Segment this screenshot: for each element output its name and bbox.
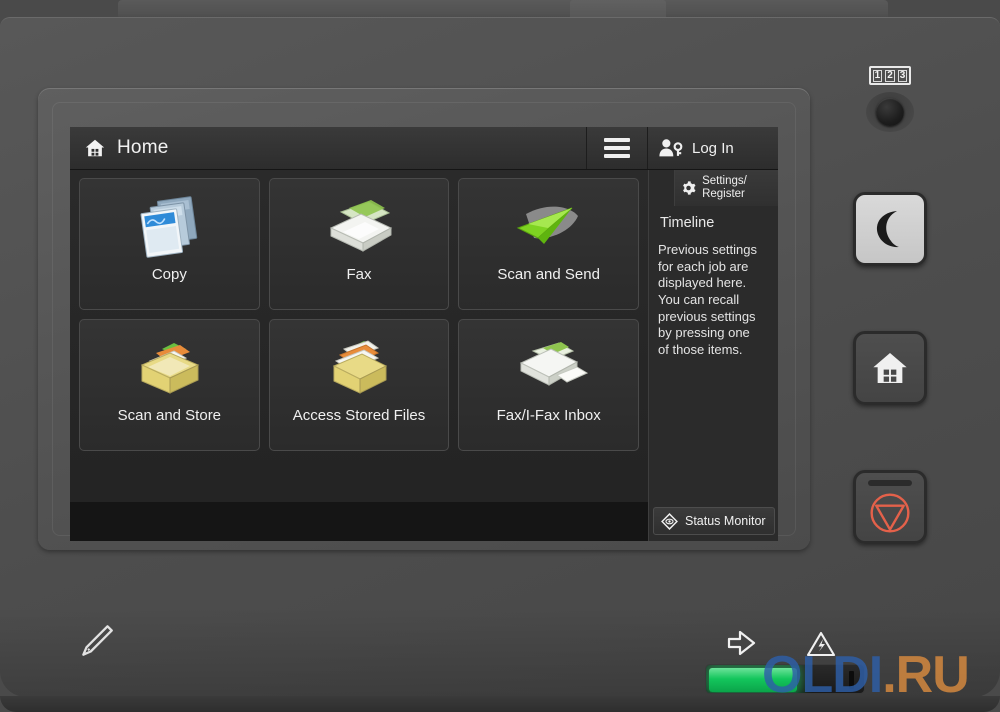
- tile-access-stored-files[interactable]: Access Stored Files: [268, 319, 450, 451]
- touchscreen-display[interactable]: Home Log In Copy Fax Scan and Send Scan …: [70, 127, 778, 541]
- timeline-panel: Settings/ Register Timeline Previous set…: [648, 169, 778, 541]
- status-eye-diamond-icon: [661, 512, 678, 530]
- tile-label: Access Stored Files: [292, 407, 426, 424]
- numkey-digit: 2: [885, 69, 895, 82]
- stop-button-bar: [868, 479, 912, 486]
- hamburger-menu-icon: [604, 134, 630, 162]
- pen-stylus-icon: [76, 620, 118, 667]
- login-button[interactable]: Log In: [649, 127, 778, 169]
- home-button[interactable]: [853, 331, 927, 405]
- timeline-title: Timeline: [660, 215, 715, 231]
- adjust-knob[interactable]: [876, 98, 904, 126]
- fax-inbox-icon: [507, 330, 591, 406]
- storage-box-in-icon: [130, 330, 208, 406]
- storage-box-files-icon: [320, 330, 398, 406]
- tile-fax[interactable]: Fax: [268, 178, 450, 310]
- paper-plane-icon: [508, 189, 590, 265]
- moon-icon: [876, 211, 899, 248]
- tile-fax-ifax-inbox[interactable]: Fax/I-Fax Inbox: [458, 319, 639, 451]
- status-monitor-label: Status Monitor: [685, 514, 766, 528]
- tile-label: Scan and Send: [497, 266, 600, 283]
- user-key-icon: [659, 139, 683, 157]
- settings-register-button[interactable]: Settings/ Register: [675, 169, 778, 206]
- stop-button[interactable]: [853, 470, 927, 544]
- tile-label: Fax/I-Fax Inbox: [496, 407, 601, 424]
- sleep-button[interactable]: [853, 192, 927, 266]
- copy-documents-icon: [131, 189, 207, 265]
- numkey-digit: 1: [872, 69, 883, 82]
- gear-icon: [683, 180, 696, 195]
- home-breadcrumb[interactable]: Home: [70, 137, 168, 159]
- status-monitor-button[interactable]: Status Monitor: [653, 507, 775, 535]
- settings-spacer: [649, 169, 675, 206]
- printer-control-panel: Home Log In Copy Fax Scan and Send Scan …: [0, 0, 1000, 712]
- app-tile-area: Copy Fax Scan and Send Scan and Store Ac…: [70, 170, 648, 541]
- settings-row: Settings/ Register: [649, 169, 778, 206]
- login-label: Log In: [692, 139, 734, 157]
- page-title: Home: [117, 137, 169, 158]
- watermark-part1: OLDI: [762, 646, 883, 704]
- tile-scan-and-send[interactable]: Scan and Send: [458, 178, 639, 310]
- screen-header-bar: Home Log In: [70, 127, 778, 170]
- fax-machine-icon: [319, 189, 399, 265]
- site-watermark: OLDI.RU: [762, 645, 970, 705]
- watermark-part2: .RU: [882, 646, 970, 704]
- data-processing-icon: [726, 628, 760, 663]
- home-icon: [873, 352, 907, 384]
- settings-register-label: Settings/ Register: [702, 175, 747, 200]
- screen-footer-strip: [70, 502, 648, 541]
- home-icon: [85, 139, 105, 157]
- hamburger-menu-button[interactable]: [586, 127, 648, 169]
- stop-triangle-icon: [870, 492, 910, 533]
- tile-label: Scan and Store: [117, 407, 222, 424]
- tile-label: Copy: [151, 266, 187, 283]
- numkey-digit: 3: [897, 69, 908, 82]
- tile-scan-and-store[interactable]: Scan and Store: [79, 319, 260, 451]
- numeric-keys-label: 1 2 3: [869, 66, 911, 85]
- app-tile-grid: Copy Fax Scan and Send Scan and Store Ac…: [79, 178, 639, 451]
- tile-copy[interactable]: Copy: [79, 178, 260, 310]
- tile-label: Fax: [346, 266, 372, 283]
- timeline-description: Previous settings for each job are displ…: [658, 242, 757, 357]
